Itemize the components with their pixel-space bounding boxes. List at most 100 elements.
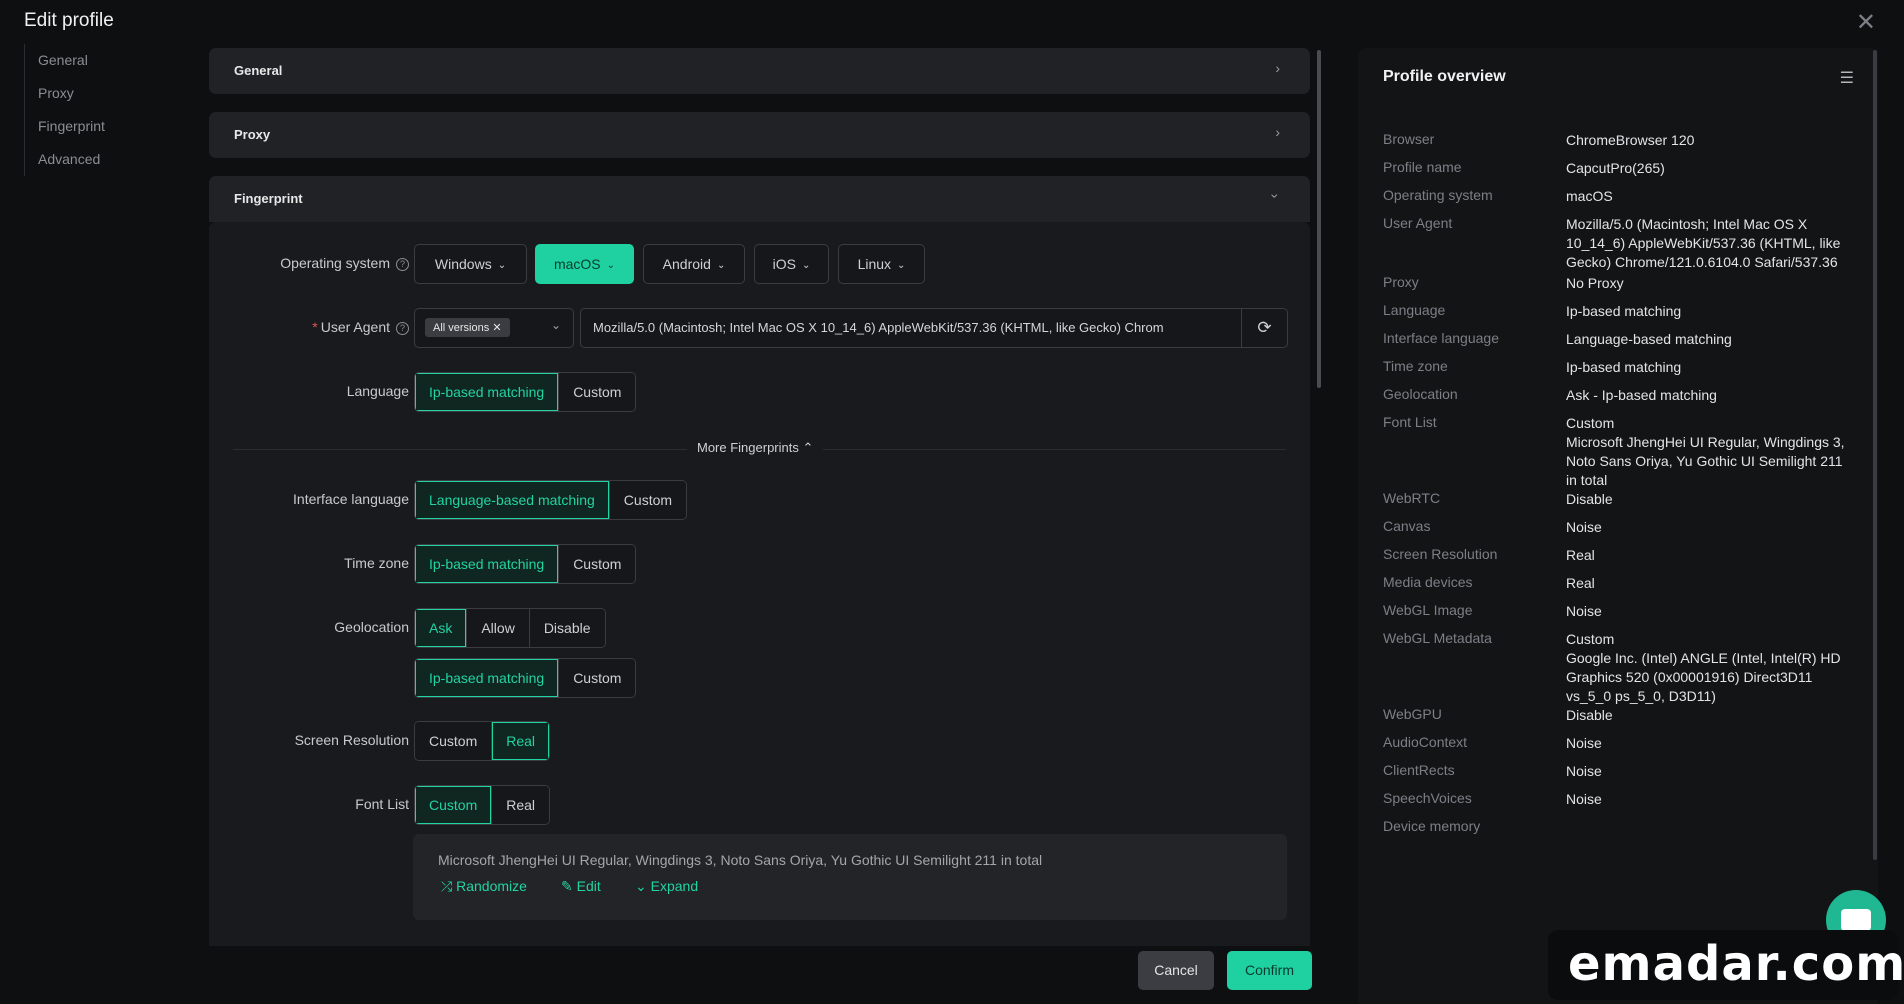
overview-key: Language — [1383, 302, 1446, 318]
overview-key: Browser — [1383, 131, 1435, 147]
nav-item-fingerprint[interactable]: Fingerprint — [25, 110, 164, 143]
overview-key: ClientRects — [1383, 762, 1455, 778]
font-list-label: Font List — [355, 796, 409, 812]
overview-key: Interface language — [1383, 330, 1499, 346]
os-macos-button[interactable]: macOS ⌄ — [535, 244, 634, 284]
overview-key: Canvas — [1383, 518, 1431, 534]
shuffle-icon: ⤮ — [441, 878, 453, 894]
overview-value: Real — [1566, 547, 1595, 563]
overview-value: ChromeBrowser 120 — [1566, 132, 1695, 148]
timezone-custom-option[interactable]: Custom — [559, 545, 636, 583]
close-icon[interactable]: ✕ — [1856, 8, 1876, 37]
section-general[interactable]: General › — [209, 48, 1310, 94]
os-windows-button[interactable]: Windows ⌄ — [414, 244, 527, 284]
overview-scrollbar[interactable] — [1873, 50, 1877, 860]
overview-value: Custom Microsoft JhengHei UI Regular, Wi… — [1566, 415, 1845, 488]
nav-item-proxy[interactable]: Proxy — [25, 77, 164, 110]
geolocation-custom-option[interactable]: Custom — [559, 659, 636, 697]
overview-key: WebRTC — [1383, 490, 1441, 506]
geolocation-toggle: Ask Allow Disable — [414, 608, 606, 648]
profile-overview-panel: Profile overview ☰ Browser ChromeBrowser … — [1358, 48, 1878, 1004]
language-label: Language — [346, 383, 409, 399]
nav-item-general[interactable]: General — [25, 44, 164, 77]
confirm-button[interactable]: Confirm — [1227, 951, 1312, 990]
geolocation-disable-option[interactable]: Disable — [529, 609, 605, 647]
geolocation-ask-option[interactable]: Ask — [415, 609, 468, 647]
chevron-down-icon: ⌄ — [606, 260, 616, 271]
overview-key: Device memory — [1383, 818, 1481, 834]
nav-item-advanced[interactable]: Advanced — [25, 143, 164, 176]
overview-key: Font List — [1383, 414, 1437, 430]
ua-version-tag: All versions ✕ — [425, 318, 510, 337]
os-linux-button[interactable]: Linux ⌄ — [838, 244, 925, 284]
refresh-icon[interactable]: ⟳ — [1241, 309, 1287, 347]
ua-value: Mozilla/5.0 (Macintosh; Intel Mac OS X 1… — [593, 320, 1164, 335]
chevron-down-icon: ⌄ — [897, 260, 906, 271]
os-android-button[interactable]: Android ⌄ — [643, 244, 745, 284]
section-fingerprint[interactable]: Fingerprint › — [209, 176, 1310, 222]
overview-value: Real — [1566, 575, 1595, 591]
watermark: emadar.com — [1548, 930, 1904, 1000]
overview-value: Custom Google Inc. (Intel) ANGLE (Intel,… — [1566, 631, 1841, 704]
overview-value: Disable — [1566, 491, 1613, 507]
help-icon[interactable]: ? — [396, 258, 409, 271]
overview-key: Operating system — [1383, 187, 1493, 203]
overview-value: Disable — [1566, 707, 1613, 723]
chevron-down-icon: ⌄ — [801, 260, 811, 271]
overview-value: CapcutPro(265) — [1566, 160, 1665, 176]
overview-value: Language-based matching — [1566, 331, 1732, 347]
section-fingerprint-label: Fingerprint — [234, 191, 303, 206]
list-menu-icon[interactable]: ☰ — [1840, 68, 1854, 88]
geolocation-sub-toggle: Ip-based matching Custom — [414, 658, 637, 698]
chevron-right-icon: › — [1275, 124, 1280, 140]
chevron-down-icon: › — [1267, 193, 1284, 199]
side-nav: General Proxy Fingerprint Advanced — [24, 44, 164, 176]
section-proxy[interactable]: Proxy › — [209, 112, 1310, 158]
expand-button[interactable]: ⌄ Expand — [635, 878, 698, 895]
chevron-down-icon: ⌄ — [497, 260, 507, 271]
section-general-label: General — [234, 63, 283, 78]
randomize-button[interactable]: ⤮ Randomize — [441, 878, 527, 895]
interface-language-match-option[interactable]: Language-based matching — [415, 481, 610, 519]
language-ip-option[interactable]: Ip-based matching — [415, 373, 560, 411]
font-list-box: Microsoft JhengHei UI Regular, Wingdings… — [413, 834, 1287, 920]
interface-language-label: Interface language — [293, 491, 409, 507]
overview-key: Proxy — [1383, 274, 1419, 290]
language-toggle: Ip-based matching Custom — [414, 372, 637, 412]
timezone-label: Time zone — [344, 555, 409, 571]
overview-value: Ip-based matching — [1566, 359, 1682, 375]
geolocation-ip-option[interactable]: Ip-based matching — [415, 659, 560, 697]
overview-value: macOS — [1566, 188, 1613, 204]
interface-language-toggle: Language-based matching Custom — [414, 480, 688, 520]
overview-key: User Agent — [1383, 215, 1453, 231]
language-custom-option[interactable]: Custom — [559, 373, 636, 411]
screen-resolution-label: Screen Resolution — [294, 732, 409, 748]
overview-key: WebGL Metadata — [1383, 630, 1492, 646]
overview-key: Screen Resolution — [1383, 546, 1498, 562]
main-scrollbar[interactable] — [1317, 50, 1321, 388]
overview-value: Noise — [1566, 791, 1602, 807]
interface-language-custom-option[interactable]: Custom — [609, 481, 687, 519]
font-custom-option[interactable]: Custom — [415, 786, 493, 824]
timezone-ip-option[interactable]: Ip-based matching — [415, 545, 560, 583]
overview-value: No Proxy — [1566, 275, 1624, 291]
overview-title: Profile overview — [1383, 68, 1506, 85]
overview-value: Noise — [1566, 763, 1602, 779]
pencil-icon: ✎ — [561, 878, 573, 894]
geolocation-label: Geolocation — [334, 619, 409, 635]
overview-key: AudioContext — [1383, 734, 1468, 750]
geolocation-allow-option[interactable]: Allow — [467, 609, 530, 647]
font-list-toggle: Custom Real — [414, 785, 551, 825]
edit-button[interactable]: ✎ Edit — [561, 878, 601, 895]
ua-version-select[interactable]: All versions ✕ ⌄ — [414, 308, 574, 348]
more-fingerprints-toggle[interactable]: More Fingerprints ⌃ — [687, 440, 824, 456]
help-icon[interactable]: ? — [396, 322, 409, 335]
section-proxy-label: Proxy — [234, 127, 271, 142]
font-real-option[interactable]: Real — [492, 786, 550, 824]
ua-input[interactable]: Mozilla/5.0 (Macintosh; Intel Mac OS X 1… — [580, 308, 1288, 348]
screen-real-option[interactable]: Real — [492, 722, 550, 760]
cancel-button[interactable]: Cancel — [1138, 951, 1214, 990]
tag-close-icon[interactable]: ✕ — [492, 322, 501, 334]
os-ios-button[interactable]: iOS ⌄ — [754, 244, 829, 284]
screen-custom-option[interactable]: Custom — [415, 722, 493, 760]
